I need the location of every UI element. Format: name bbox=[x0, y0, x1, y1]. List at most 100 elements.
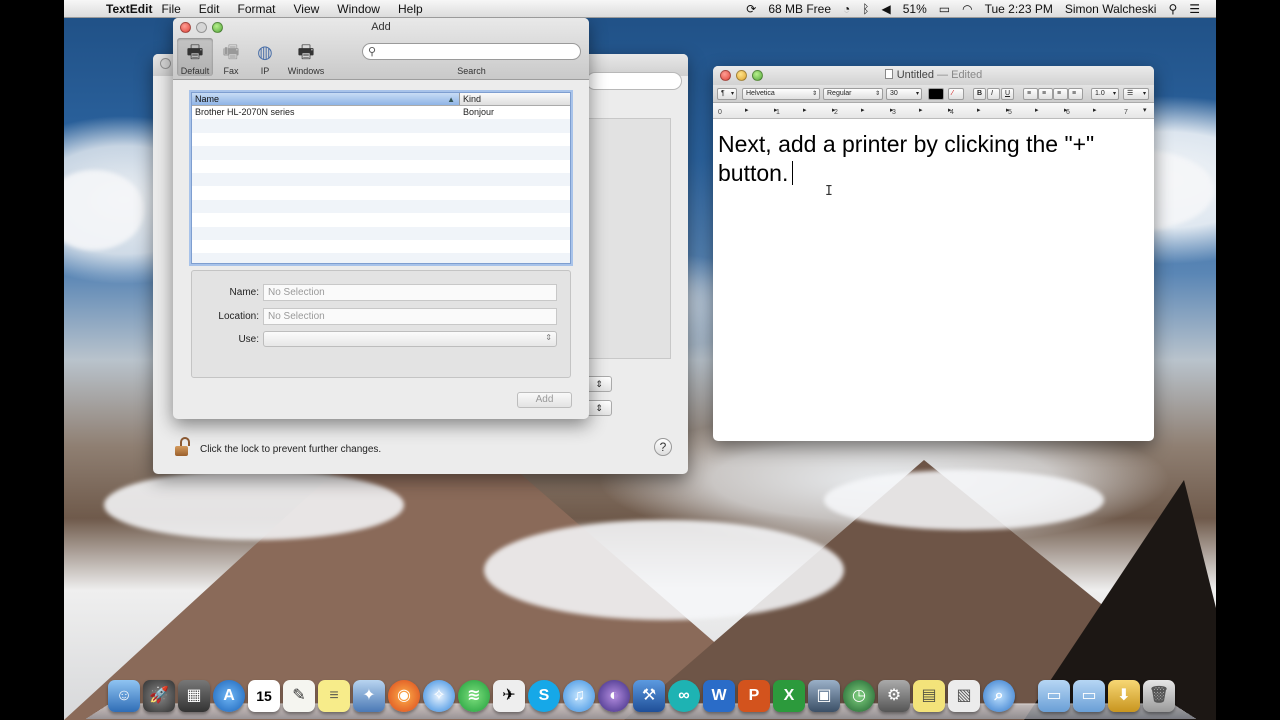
calendar-icon[interactable]: 15 bbox=[248, 680, 280, 712]
time-machine-icon[interactable]: ◷ bbox=[843, 680, 875, 712]
excel-icon[interactable]: X bbox=[773, 680, 805, 712]
highlight-color-well[interactable]: ⁄ bbox=[948, 88, 964, 100]
help-button[interactable]: ? bbox=[654, 438, 672, 456]
search-input[interactable]: ⚲ bbox=[362, 43, 581, 60]
arduino-icon[interactable]: ∞ bbox=[668, 680, 700, 712]
menu-clock[interactable]: Tue 2:23 PM bbox=[979, 2, 1059, 16]
battery-icon[interactable]: ▭ bbox=[933, 2, 956, 16]
safari-icon[interactable]: ✧ bbox=[423, 680, 455, 712]
time-machine-menu-icon[interactable]: ◔ bbox=[837, 2, 856, 16]
popup-stepper[interactable]: ⇕ bbox=[586, 376, 612, 392]
network-icon[interactable]: ⌕ bbox=[983, 680, 1015, 712]
paragraph-styles-popup[interactable]: ¶ ▾ bbox=[717, 88, 737, 100]
textedit-icon[interactable]: ✎ bbox=[283, 680, 315, 712]
toolbar-windows-button[interactable]: 🖶 Windows bbox=[286, 40, 326, 76]
tab-stop-icon[interactable]: ▸ bbox=[861, 106, 865, 114]
word-icon[interactable]: W bbox=[703, 680, 735, 712]
print-window-search-input[interactable] bbox=[586, 72, 682, 90]
ruler[interactable]: 0 1 2 3 4 5 6 7 ▸ ▸ ▸ ▸ ▸ ▸ ▸ ▸ ▸ ▸ ▸ ▸ … bbox=[713, 103, 1154, 119]
launchpad-icon[interactable]: 🚀 bbox=[143, 680, 175, 712]
spotify-icon[interactable]: ≋ bbox=[458, 680, 490, 712]
list-bullets-popup[interactable]: ☰ ▾ bbox=[1123, 88, 1149, 100]
add-button[interactable]: Add bbox=[517, 392, 572, 408]
notification-list-icon[interactable]: ☰ bbox=[1183, 2, 1206, 16]
tab-stop-icon[interactable]: ▸ bbox=[1006, 106, 1010, 114]
name-field[interactable]: No Selection bbox=[263, 284, 557, 301]
column-header-name[interactable]: Name ▲ bbox=[192, 93, 460, 105]
align-center-button[interactable]: ≡ bbox=[1038, 88, 1053, 100]
justify-button[interactable]: ≡ bbox=[1068, 88, 1083, 100]
close-button[interactable] bbox=[160, 58, 171, 69]
system-settings-icon[interactable]: ⚙ bbox=[878, 680, 910, 712]
line-spacing-popup[interactable]: 1.0 ▾ bbox=[1091, 88, 1119, 100]
tab-stop-icon[interactable]: ▸ bbox=[745, 106, 749, 114]
preview-icon[interactable]: ✦ bbox=[353, 680, 385, 712]
tab-stop-icon[interactable]: ▸ bbox=[774, 106, 778, 114]
menu-window[interactable]: Window bbox=[328, 2, 389, 16]
toolbar-ip-button[interactable]: ◍ IP bbox=[247, 40, 283, 76]
powerpoint-icon[interactable]: P bbox=[738, 680, 770, 712]
tab-stop-icon[interactable]: ▸ bbox=[890, 106, 894, 114]
tab-stop-icon[interactable]: ▸ bbox=[1064, 106, 1068, 114]
table-row[interactable]: Brother HL-2070N series Bonjour bbox=[192, 106, 570, 119]
system-preferences-icon[interactable]: ▦ bbox=[178, 680, 210, 712]
align-left-button[interactable]: ≡ bbox=[1023, 88, 1038, 100]
tab-stop-icon[interactable]: ▸ bbox=[803, 106, 807, 114]
toolbar-fax-button[interactable]: 🖷 Fax bbox=[213, 40, 249, 76]
notes-icon[interactable]: ▤ bbox=[913, 680, 945, 712]
bluetooth-icon[interactable]: ᛒ bbox=[856, 2, 875, 16]
use-select[interactable]: ⇕ bbox=[263, 331, 557, 347]
column-header-kind[interactable]: Kind bbox=[460, 93, 570, 105]
twitter-icon[interactable]: ✈ bbox=[493, 680, 525, 712]
menu-file[interactable]: File bbox=[152, 2, 189, 16]
bold-button[interactable]: B bbox=[973, 88, 986, 100]
applications-folder-icon[interactable]: ▭ bbox=[1038, 680, 1070, 712]
battery-status[interactable]: 51% bbox=[897, 2, 933, 16]
skype-icon[interactable]: S bbox=[528, 680, 560, 712]
tab-stop-icon[interactable]: ▸ bbox=[977, 106, 981, 114]
tab-stop-icon[interactable]: ▸ bbox=[1093, 106, 1097, 114]
toolbar-default-button[interactable]: 🖶 Default bbox=[177, 38, 213, 76]
volume-icon[interactable]: ◀ bbox=[875, 2, 896, 16]
sync-icon[interactable]: ⟳ bbox=[740, 2, 762, 16]
eclipse-icon[interactable]: ◐ bbox=[598, 680, 630, 712]
wifi-icon[interactable]: ◠ bbox=[956, 2, 978, 16]
font-family-popup[interactable]: Helvetica ⇕ bbox=[742, 88, 820, 100]
location-field[interactable]: No Selection bbox=[263, 308, 557, 325]
font-size-combo[interactable]: 30 ▾ bbox=[886, 88, 922, 100]
xcode-icon[interactable]: ⚒ bbox=[633, 680, 665, 712]
trash-icon[interactable]: 🗑 bbox=[1143, 680, 1175, 712]
text-color-well[interactable] bbox=[928, 88, 944, 100]
right-margin-marker-icon[interactable]: ▾ bbox=[1143, 106, 1147, 114]
app-store-icon[interactable]: A bbox=[213, 680, 245, 712]
align-right-button[interactable]: ≡ bbox=[1053, 88, 1068, 100]
menu-edit[interactable]: Edit bbox=[190, 2, 229, 16]
text-caret bbox=[792, 161, 794, 185]
spotlight-icon[interactable]: ⚲ bbox=[1162, 2, 1183, 16]
underline-button[interactable]: U bbox=[1001, 88, 1014, 100]
iphoto-icon[interactable]: ▣ bbox=[808, 680, 840, 712]
menu-app-name[interactable]: TextEdit bbox=[96, 2, 152, 16]
popup-stepper[interactable]: ⇕ bbox=[586, 400, 612, 416]
font-style-popup[interactable]: Regular ⇕ bbox=[823, 88, 883, 100]
menu-user[interactable]: Simon Walcheski bbox=[1059, 2, 1163, 16]
itunes-icon[interactable]: ♫ bbox=[563, 680, 595, 712]
menu-help[interactable]: Help bbox=[389, 2, 432, 16]
menu-view[interactable]: View bbox=[285, 2, 329, 16]
stickies-icon[interactable]: ≡ bbox=[318, 680, 350, 712]
tab-stop-icon[interactable]: ▸ bbox=[832, 106, 836, 114]
tab-stop-icon[interactable]: ▸ bbox=[1035, 106, 1039, 114]
italic-button[interactable]: I bbox=[987, 88, 1000, 100]
table-header: Name ▲ Kind bbox=[192, 93, 570, 106]
tab-stop-icon[interactable]: ▸ bbox=[919, 106, 923, 114]
lock-icon[interactable] bbox=[175, 437, 190, 456]
documents-icon[interactable]: ▧ bbox=[948, 680, 980, 712]
document-text-area[interactable]: Next, add a printer by clicking the "+" … bbox=[718, 130, 1148, 188]
menu-format[interactable]: Format bbox=[228, 2, 284, 16]
firefox-icon[interactable]: ◉ bbox=[388, 680, 420, 712]
downloads-icon[interactable]: ⬇ bbox=[1108, 680, 1140, 712]
tab-stop-icon[interactable]: ▸ bbox=[948, 106, 952, 114]
finder-icon[interactable]: ☺ bbox=[108, 680, 140, 712]
memory-status[interactable]: 68 MB Free bbox=[762, 2, 837, 16]
documents-folder-icon[interactable]: ▭ bbox=[1073, 680, 1105, 712]
